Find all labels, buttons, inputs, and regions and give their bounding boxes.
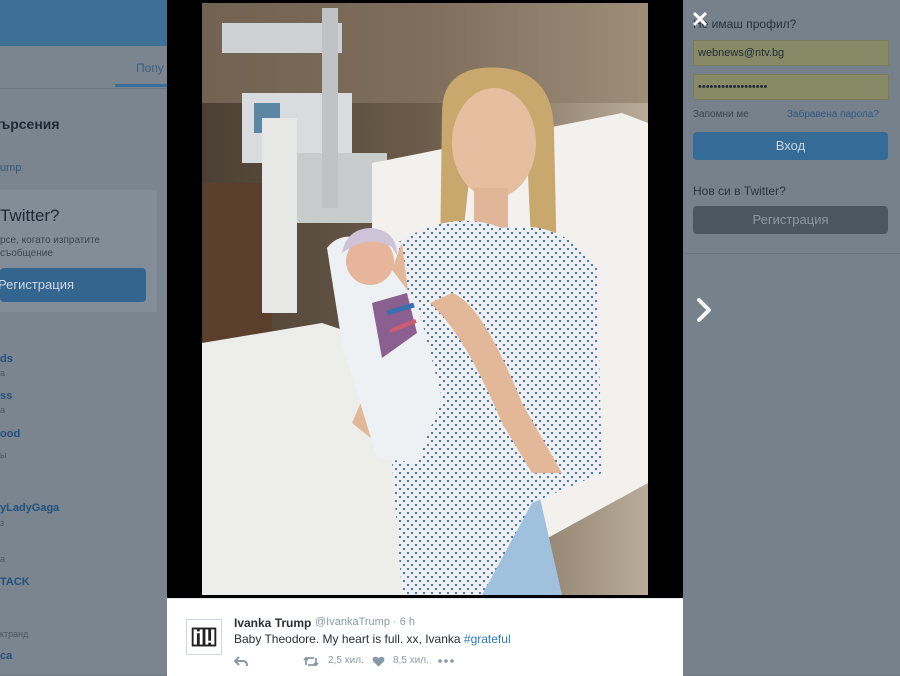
tweet-timestamp[interactable]: 6 h [400,616,415,628]
active-tab-indicator [115,84,167,87]
trend-item[interactable]: TACK [0,576,30,588]
section-title: ърсения [0,116,60,132]
trend-subtitle: а [0,554,6,564]
trend-item[interactable]: ca [0,650,12,662]
trend-subtitle: а [0,368,6,378]
tabs-bar: Попу [0,46,167,89]
close-icon[interactable]: ✕ [690,9,710,31]
join-description: рсе, когато изпратите съобщение [0,235,100,259]
trend-item[interactable]: ss [0,390,12,402]
register-button[interactable]: Регистрация [693,206,888,234]
trend-item[interactable]: ds [0,353,13,365]
tab-popular[interactable]: Попу [136,61,164,75]
trend-item[interactable]: yLadyGaga [0,502,59,514]
left-column: Попу ърсения ump Twitter? рсе, когато из… [0,46,167,675]
username-field[interactable]: webnews@ntv.bg [693,40,889,66]
tweet-body: Baby Theodore. My heart is full. xx, Iva… [234,632,461,646]
divider [683,253,900,254]
join-twitter-card: Twitter? рсе, когато изпратите съобщение… [0,190,157,312]
like-count: 8,5 хил. [393,655,429,666]
join-title: Twitter? [0,206,60,225]
trend-subtitle: ы [0,450,7,460]
left-register-button[interactable]: Регистрация [0,268,146,302]
trend-subtitle: з [0,518,5,528]
media-lightbox [167,0,683,598]
trend-subtitle: а [0,405,6,415]
retweet-icon[interactable] [303,656,319,667]
tweet-photo[interactable] [202,3,648,595]
login-button[interactable]: Вход [693,132,888,160]
avatar[interactable] [186,619,222,655]
author-handle[interactable]: @IvankaTrump [315,616,390,628]
remember-me-checkbox[interactable]: Запомни ме [693,109,749,120]
author-name[interactable]: Ivanka Trump [234,616,311,630]
trend-subtitle: ктранд [0,629,29,639]
separator-dot: · [393,616,397,628]
forgot-password-link[interactable]: Забравена парола? [787,109,879,120]
author-handle-line[interactable]: @IvankaTrump · 6 h [315,616,415,628]
trend-item[interactable]: ood [0,428,20,440]
right-column-login: Не имаш профил? webnews@ntv.bg •••••••••… [683,0,900,675]
tweet-card: Ivanka Trump @IvankaTrump · 6 h Baby The… [167,598,683,676]
more-icon[interactable] [438,659,454,663]
heart-icon[interactable] [372,656,385,667]
chevron-right-icon[interactable] [693,296,715,324]
tweet-text: Baby Theodore. My heart is full. xx, Iva… [234,632,511,646]
reply-icon[interactable] [234,656,248,667]
password-field[interactable]: •••••••••••••••••• [693,74,889,100]
new-to-twitter-label: Нов си в Twitter? [693,184,786,198]
retweet-count: 2,5 хил. [328,655,364,666]
suggestion-link[interactable]: ump [0,162,21,174]
hashtag-link[interactable]: #grateful [464,632,511,646]
